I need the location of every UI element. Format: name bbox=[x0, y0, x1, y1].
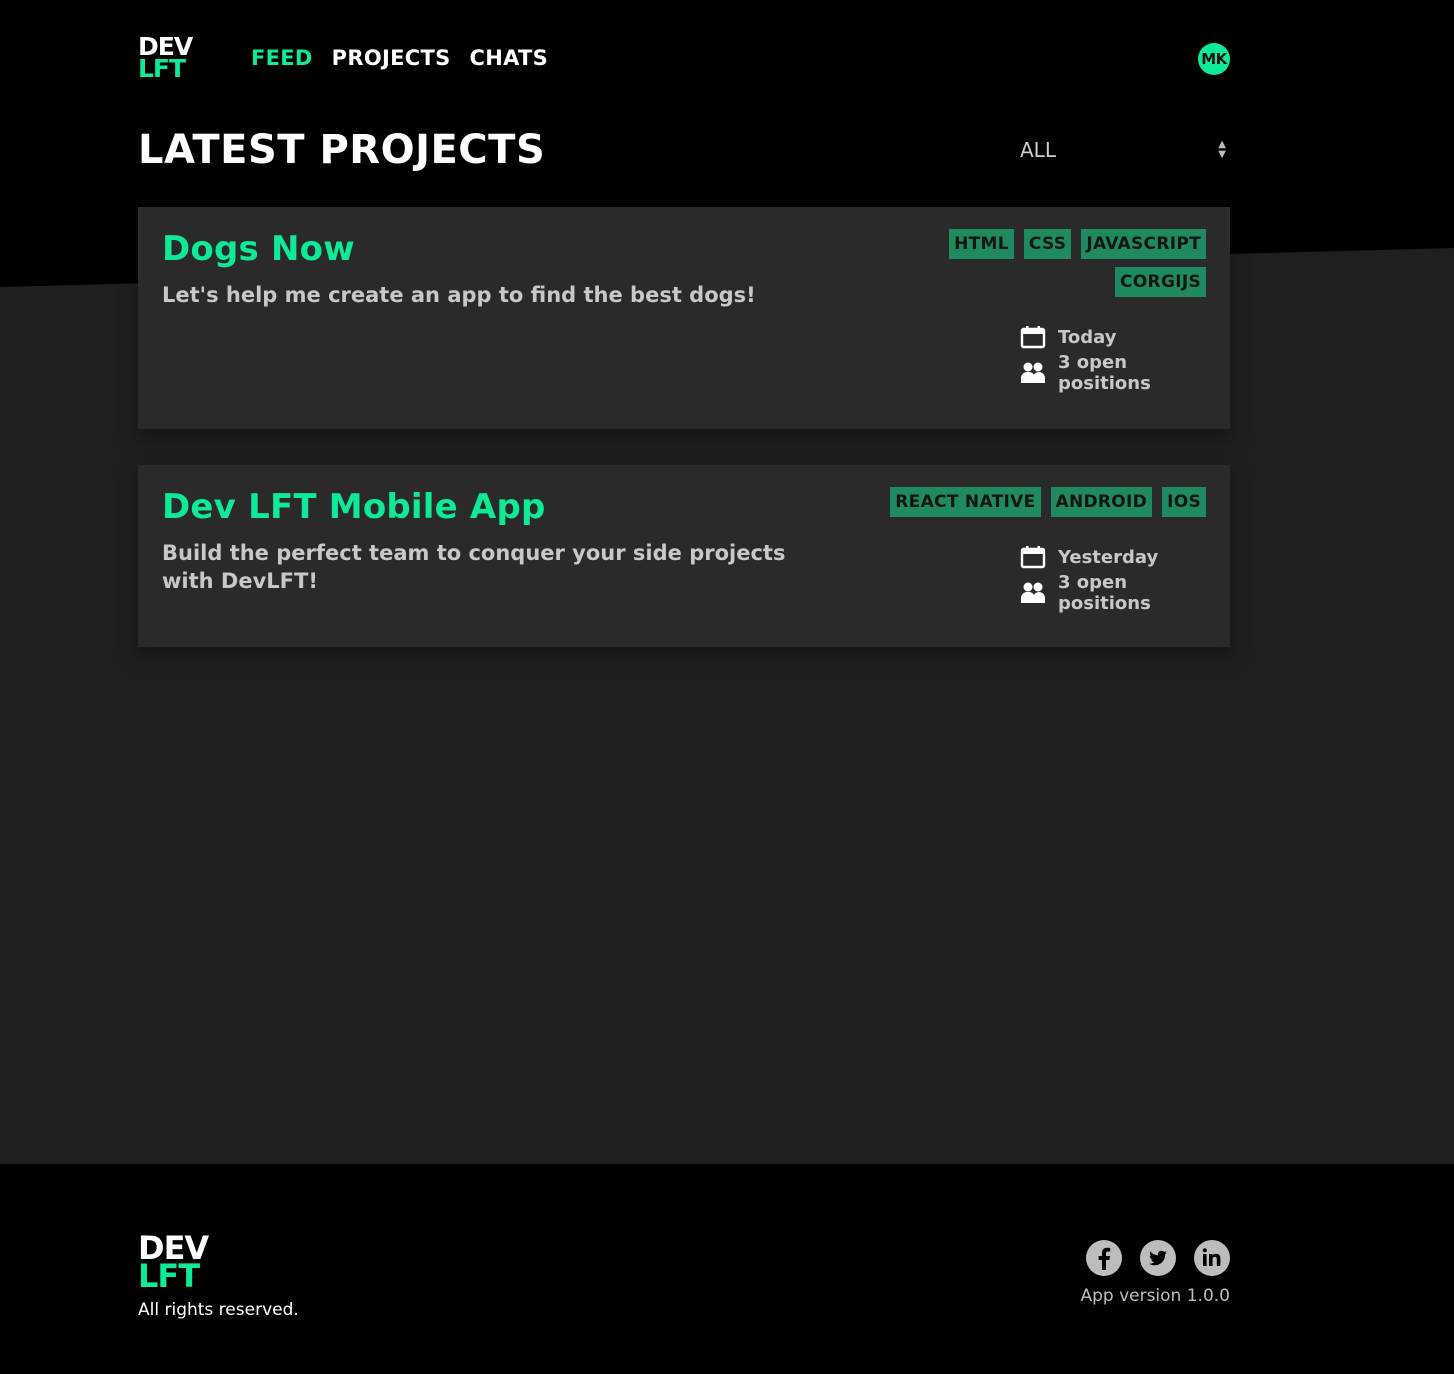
project-list: Dogs Now Let's help me create an app to … bbox=[138, 207, 1230, 647]
footer-logo-lft: LFT bbox=[138, 1257, 200, 1295]
project-title[interactable]: Dogs Now bbox=[162, 229, 866, 269]
open-positions: 3 open positions bbox=[1058, 572, 1151, 614]
tag: REACT NATIVE bbox=[890, 487, 1041, 517]
tag: HTML bbox=[949, 229, 1014, 259]
user-avatar[interactable]: MK bbox=[1198, 43, 1230, 75]
footer: DEV LFT All rights reserved. App version… bbox=[0, 1164, 1454, 1374]
linkedin-icon[interactable] bbox=[1194, 1240, 1230, 1276]
project-meta-column: REACT NATIVE ANDROID IOS Yesterday 3 ope… bbox=[866, 487, 1206, 647]
app-version: App version 1.0.0 bbox=[1080, 1286, 1230, 1306]
page-title: LATEST PROJECTS bbox=[138, 127, 546, 173]
filter-select[interactable]: ALL ▲ ▼ bbox=[1010, 130, 1230, 170]
open-positions: 3 open positions bbox=[1058, 352, 1151, 394]
project-meta: Yesterday 3 open positions bbox=[1020, 539, 1200, 614]
project-description: Build the perfect team to conquer your s… bbox=[162, 541, 786, 593]
top-header: DEV LFT FEED PROJECTS CHATS MK bbox=[138, 0, 1230, 116]
project-date: Today bbox=[1058, 326, 1117, 348]
tag: JAVASCRIPT bbox=[1081, 229, 1206, 259]
twitter-icon[interactable] bbox=[1140, 1240, 1176, 1276]
logo-lft: LFT bbox=[138, 54, 186, 83]
tag-list: HTML CSS JAVASCRIPT CORGIJS bbox=[866, 229, 1206, 297]
tag: IOS bbox=[1162, 487, 1206, 517]
nav-feed[interactable]: FEED bbox=[251, 46, 313, 70]
logo[interactable]: DEV LFT bbox=[138, 34, 198, 83]
date-row: Today bbox=[1020, 319, 1200, 355]
main-container: DEV LFT FEED PROJECTS CHATS MK LATEST PR… bbox=[138, 0, 1230, 647]
copyright-text: All rights reserved. bbox=[138, 1300, 299, 1320]
nav-projects[interactable]: PROJECTS bbox=[332, 46, 451, 70]
tag: CORGIJS bbox=[1115, 267, 1206, 297]
project-date: Yesterday bbox=[1058, 546, 1159, 568]
positions-row: 3 open positions bbox=[1020, 572, 1200, 614]
footer-logo[interactable]: DEV LFT bbox=[138, 1232, 209, 1295]
select-arrows-icon: ▲ ▼ bbox=[1218, 139, 1226, 160]
project-title[interactable]: Dev LFT Mobile App bbox=[162, 487, 866, 527]
facebook-icon[interactable] bbox=[1086, 1240, 1122, 1276]
users-icon bbox=[1021, 582, 1045, 603]
project-meta: Today 3 open positions bbox=[1020, 319, 1200, 394]
calendar-icon bbox=[1020, 326, 1046, 349]
title-row: LATEST PROJECTS ALL ▲ ▼ bbox=[138, 117, 1230, 183]
project-card[interactable]: Dev LFT Mobile App Build the perfect tea… bbox=[138, 465, 1230, 647]
project-description: Let's help me create an app to find the … bbox=[162, 283, 756, 307]
project-info: Dogs Now Let's help me create an app to … bbox=[162, 229, 866, 429]
filter-selected-value: ALL bbox=[1020, 138, 1056, 162]
project-info: Dev LFT Mobile App Build the perfect tea… bbox=[162, 487, 866, 647]
tag: CSS bbox=[1023, 229, 1072, 259]
main-nav: FEED PROJECTS CHATS bbox=[251, 46, 548, 70]
users-icon bbox=[1021, 362, 1045, 383]
tag: ANDROID bbox=[1050, 487, 1153, 517]
project-meta-column: HTML CSS JAVASCRIPT CORGIJS Today 3 open… bbox=[866, 229, 1206, 429]
date-row: Yesterday bbox=[1020, 539, 1200, 575]
nav-chats[interactable]: CHATS bbox=[470, 46, 549, 70]
positions-row: 3 open positions bbox=[1020, 352, 1200, 394]
social-links bbox=[1086, 1240, 1230, 1276]
project-card[interactable]: Dogs Now Let's help me create an app to … bbox=[138, 207, 1230, 429]
calendar-icon bbox=[1020, 546, 1046, 569]
tag-list: REACT NATIVE ANDROID IOS bbox=[890, 487, 1206, 517]
